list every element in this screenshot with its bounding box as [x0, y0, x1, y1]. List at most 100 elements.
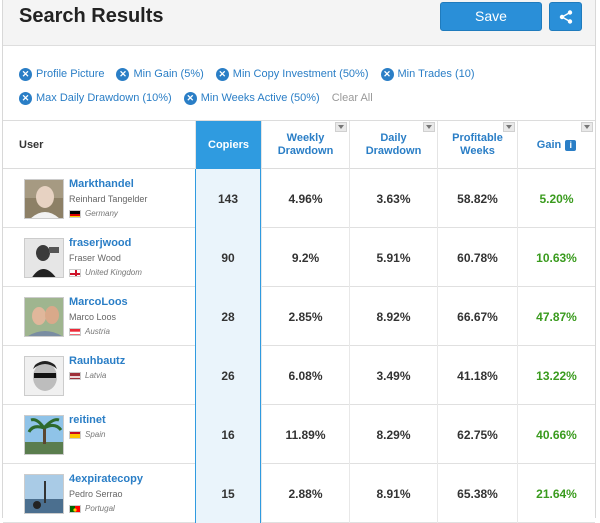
- avatar[interactable]: [24, 179, 64, 219]
- copiers-value: 16: [195, 405, 261, 464]
- page-title: Search Results: [19, 5, 164, 27]
- avatar[interactable]: [24, 238, 64, 278]
- share-icon: [559, 9, 572, 24]
- remove-filter-icon[interactable]: ✕: [183, 91, 197, 105]
- sort-dropdown-icon[interactable]: [423, 122, 435, 132]
- search-results-panel: Search Results Save ✕ Profile Picture ✕ Mi…: [2, 0, 596, 523]
- username-link[interactable]: reitinet: [69, 414, 106, 426]
- column-header-copiers[interactable]: Copiers: [195, 121, 261, 169]
- copiers-value: 15: [195, 464, 261, 523]
- remove-filter-icon[interactable]: ✕: [380, 67, 394, 81]
- profitable-weeks-value: 66.67%: [437, 287, 517, 346]
- weekly-drawdown-value: 11.89%: [261, 405, 349, 464]
- copiers-value: 90: [195, 228, 261, 287]
- user-cell: MarcoLoos Marco Loos Austria: [3, 287, 195, 346]
- filter-row: ✕ Profile Picture ✕ Min Gain (5%) ✕ Min Cop…: [19, 66, 589, 82]
- user-cell: 4expiratecopy Pedro Serrao Portugal: [3, 464, 195, 523]
- sort-dropdown-icon[interactable]: [581, 122, 593, 132]
- table-row[interactable]: Markthandel Reinhard Tangelder Germany 1…: [3, 169, 595, 228]
- username-link[interactable]: Markthandel: [69, 178, 134, 190]
- filter-label: Min Trades (10): [397, 68, 475, 80]
- copiers-value: 26: [195, 346, 261, 405]
- info-icon[interactable]: i: [565, 139, 577, 151]
- real-name: Reinhard Tangelder: [69, 194, 148, 204]
- country-name: Germany: [85, 209, 118, 218]
- clear-all-link[interactable]: Clear All: [332, 92, 373, 104]
- avatar[interactable]: [24, 474, 64, 514]
- country: Spain: [69, 430, 105, 439]
- column-header-gain[interactable]: Gain i: [517, 121, 595, 169]
- spain-flag-icon: [69, 430, 81, 439]
- weekly-drawdown-value: 4.96%: [261, 169, 349, 228]
- username-link[interactable]: fraserjwood: [69, 237, 131, 249]
- uk-flag-icon: [69, 268, 81, 277]
- active-filters: ✕ Profile Picture ✕ Min Gain (5%) ✕ Min Cop…: [19, 66, 589, 114]
- column-label: Profitable Weeks: [452, 132, 503, 157]
- avatar[interactable]: [24, 356, 64, 396]
- column-header-weekly-drawdown[interactable]: Weekly Drawdown: [261, 121, 349, 169]
- table-row[interactable]: reitinet Spain 16 11.89% 8.29% 62.75% 40…: [3, 405, 595, 464]
- country-name: Latvia: [85, 371, 107, 380]
- profitable-weeks-value: 62.75%: [437, 405, 517, 464]
- country: Latvia: [69, 371, 106, 380]
- column-label: Gain: [536, 138, 562, 151]
- remove-filter-icon[interactable]: ✕: [19, 67, 32, 81]
- filter-chip-profile-picture[interactable]: ✕ Profile Picture: [19, 67, 104, 81]
- country-name: Spain: [85, 430, 106, 439]
- country-name: United Kingdom: [85, 268, 142, 277]
- daily-drawdown-value: 5.91%: [349, 228, 437, 287]
- filter-label: Min Weeks Active (50%): [200, 92, 320, 104]
- column-label: Copiers: [208, 138, 249, 151]
- country: Portugal: [69, 504, 115, 513]
- share-button[interactable]: [549, 2, 582, 31]
- user-cell: Rauhbautz Latvia: [3, 346, 195, 405]
- gain-value: 5.20%: [517, 169, 595, 228]
- user-cell: reitinet Spain: [3, 405, 195, 464]
- profitable-weeks-value: 60.78%: [437, 228, 517, 287]
- sort-dropdown-icon[interactable]: [335, 122, 347, 132]
- daily-drawdown-value: 8.29%: [349, 405, 437, 464]
- username-link[interactable]: Rauhbautz: [69, 355, 125, 367]
- filter-chip-min-gain[interactable]: ✕ Min Gain (5%): [116, 67, 204, 81]
- filter-chip-max-daily-drawdown[interactable]: ✕ Max Daily Drawdown (10%): [19, 91, 172, 105]
- column-header-profitable-weeks[interactable]: Profitable Weeks: [437, 121, 517, 169]
- real-name: Fraser Wood: [69, 253, 121, 263]
- table-row[interactable]: MarcoLoos Marco Loos Austria 28 2.85% 8.…: [3, 287, 595, 346]
- remove-filter-icon[interactable]: ✕: [215, 67, 229, 81]
- filter-row: ✕ Max Daily Drawdown (10%) ✕ Min Weeks Act…: [19, 90, 589, 106]
- results-table: User Copiers Weekly Drawdown Daily Drawd…: [3, 120, 595, 523]
- table-row[interactable]: 4expiratecopy Pedro Serrao Portugal 15 2…: [3, 464, 595, 523]
- column-header-daily-drawdown[interactable]: Daily Drawdown: [349, 121, 437, 169]
- avatar[interactable]: [24, 297, 64, 337]
- profitable-weeks-value: 58.82%: [437, 169, 517, 228]
- column-label: Weekly Drawdown: [277, 132, 334, 157]
- weekly-drawdown-value: 9.2%: [261, 228, 349, 287]
- country: United Kingdom: [69, 268, 142, 277]
- filter-chip-min-copy-investment[interactable]: ✕ Min Copy Investment (50%): [215, 67, 369, 81]
- copiers-value: 143: [195, 169, 261, 228]
- save-button[interactable]: Save: [440, 2, 542, 31]
- username-link[interactable]: 4expiratecopy: [69, 473, 143, 485]
- username-link[interactable]: MarcoLoos: [69, 296, 128, 308]
- copiers-value: 28: [195, 287, 261, 346]
- filter-label: Max Daily Drawdown (10%): [36, 92, 172, 104]
- column-header-user: User: [19, 138, 44, 151]
- gain-value: 10.63%: [517, 228, 595, 287]
- gain-value: 40.66%: [517, 405, 595, 464]
- column-label: Daily Drawdown: [365, 132, 422, 157]
- table-row[interactable]: Rauhbautz Latvia 26 6.08% 3.49% 41.18% 1…: [3, 346, 595, 405]
- table-row[interactable]: fraserjwood Fraser Wood United Kingdom 9…: [3, 228, 595, 287]
- filter-chip-min-trades[interactable]: ✕ Min Trades (10): [380, 67, 475, 81]
- daily-drawdown-value: 8.92%: [349, 287, 437, 346]
- profitable-weeks-value: 41.18%: [437, 346, 517, 405]
- remove-filter-icon[interactable]: ✕: [19, 91, 32, 105]
- avatar[interactable]: [24, 415, 64, 455]
- country-name: Portugal: [85, 504, 115, 513]
- real-name: Marco Loos: [69, 312, 117, 322]
- remove-filter-icon[interactable]: ✕: [116, 67, 130, 81]
- filter-chip-min-weeks-active[interactable]: ✕ Min Weeks Active (50%): [183, 91, 320, 105]
- sort-dropdown-icon[interactable]: [503, 122, 515, 132]
- real-name: Pedro Serrao: [69, 489, 123, 499]
- austria-flag-icon: [69, 327, 81, 336]
- weekly-drawdown-value: 6.08%: [261, 346, 349, 405]
